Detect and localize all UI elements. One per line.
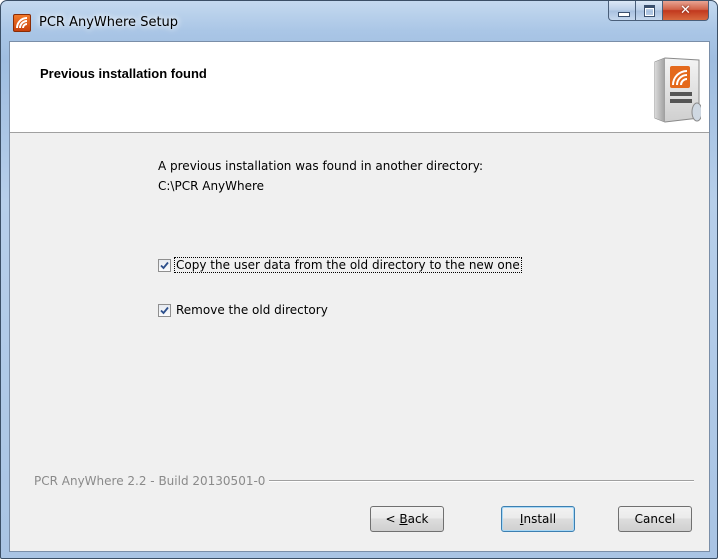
back-arrow: < <box>385 512 396 526</box>
installation-message: A previous installation was found in ano… <box>158 156 483 196</box>
maximize-button[interactable] <box>636 1 663 21</box>
window-title: PCR AnyWhere Setup <box>39 15 179 30</box>
wizard-header: Previous installation found <box>10 42 709 133</box>
product-box-icon <box>651 56 703 124</box>
previous-install-path: C:\PCR AnyWhere <box>158 179 265 193</box>
caption-buttons: ✕ <box>608 1 709 22</box>
branding-text: PCR AnyWhere 2.2 - Build 20130501-0 <box>34 474 266 488</box>
remove-old-directory-option[interactable]: Remove the old directory <box>158 303 329 317</box>
cancel-button[interactable]: Cancel <box>618 506 692 532</box>
copy-user-data-option[interactable]: Copy the user data from the old director… <box>158 257 522 273</box>
back-label: ack <box>407 512 429 526</box>
title-bar[interactable]: PCR AnyWhere Setup ✕ <box>1 1 717 41</box>
setup-window: PCR AnyWhere Setup ✕ Previous installati… <box>0 0 718 559</box>
checkmark-icon <box>160 306 169 314</box>
footer-divider <box>269 480 694 482</box>
maximize-icon <box>644 5 655 17</box>
install-button[interactable]: Install <box>501 506 575 532</box>
dialog-client-area: Previous installation found A previous i… <box>9 41 710 552</box>
close-icon: ✕ <box>680 3 691 18</box>
remove-old-directory-checkbox[interactable] <box>158 303 171 317</box>
branding-footer: PCR AnyWhere 2.2 - Build 20130501-0 <box>34 474 694 488</box>
close-button[interactable]: ✕ <box>663 1 709 21</box>
install-label: nstall <box>523 512 557 526</box>
back-mnemonic: B <box>399 512 408 526</box>
cancel-label: Cancel <box>634 512 676 526</box>
minimize-button[interactable] <box>608 1 636 21</box>
copy-user-data-label[interactable]: Copy the user data from the old director… <box>174 257 522 273</box>
app-icon[interactable] <box>13 14 31 32</box>
message-line: A previous installation was found in ano… <box>158 159 484 173</box>
copy-user-data-checkbox[interactable] <box>158 258 171 272</box>
remove-old-directory-label[interactable]: Remove the old directory <box>175 303 329 317</box>
back-button[interactable]: < Back <box>370 506 444 532</box>
minimize-icon <box>618 12 630 17</box>
page-title: Previous installation found <box>40 66 207 81</box>
checkmark-icon <box>160 261 169 269</box>
